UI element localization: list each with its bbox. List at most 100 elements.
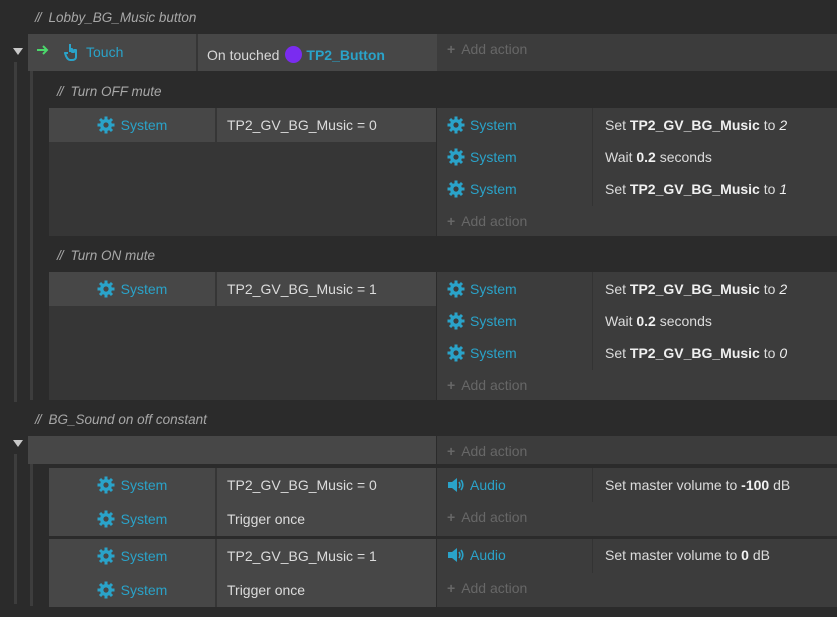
plus-icon: + [447, 509, 456, 525]
subevent-comment[interactable]: //Turn OFF mute [57, 84, 162, 99]
condition-text[interactable]: Trigger once [227, 502, 305, 536]
add-action-button[interactable]: + Add action [447, 436, 527, 466]
conditions-column: System TP2_GV_BG_Music = 0 System Trigge… [49, 468, 436, 536]
trigger-actions-cell: + Add action [437, 34, 837, 71]
conditions-column: System TP2_GV_BG_Music = 0 [49, 108, 436, 236]
event-indent-bar [14, 454, 17, 604]
cell-divider [215, 272, 217, 306]
gear-icon [447, 312, 465, 330]
actions-column: System Set TP2_GV_BG_Music to 2 System W… [437, 108, 837, 236]
comment-slashes-icon: // [57, 84, 63, 99]
action-text[interactable]: Wait 0.2 seconds [605, 141, 712, 173]
trigger-object-name: Touch [86, 44, 124, 60]
actions-column: System Set TP2_GV_BG_Music to 2 System W… [437, 272, 837, 400]
gear-icon [447, 344, 465, 362]
trigger-condition: On touched TP2_Button [207, 34, 385, 76]
condition-text[interactable]: Trigger once [227, 573, 305, 607]
cell-divider [215, 539, 217, 607]
condition-object-cell[interactable]: System [49, 108, 215, 142]
cell-divider [592, 539, 593, 573]
plus-icon: + [447, 41, 456, 57]
event-conditions-cell[interactable] [28, 436, 436, 464]
plus-icon: + [447, 580, 456, 596]
gear-icon [447, 148, 465, 166]
action-text[interactable]: Set TP2_GV_BG_Music to 1 [605, 173, 787, 205]
add-action-button[interactable]: + Add action [447, 502, 527, 532]
event-row[interactable]: Touch On touched TP2_Button + Add action [28, 34, 837, 71]
conditions-column: System TP2_GV_BG_Music = 1 System Trigge… [49, 539, 436, 607]
comment-slashes-icon: // [35, 10, 41, 25]
subevent-block[interactable]: System TP2_GV_BG_Music = 0 System Set TP… [49, 108, 837, 236]
condition-object-cell[interactable]: System [49, 539, 215, 573]
condition-row[interactable]: System [49, 468, 215, 502]
add-action-button[interactable]: + Add action [447, 573, 527, 603]
plus-icon: + [447, 377, 456, 393]
conditions-column: System TP2_GV_BG_Music = 1 [49, 272, 436, 400]
speaker-icon [447, 547, 465, 563]
gear-icon [97, 510, 115, 528]
action-text[interactable]: Set TP2_GV_BG_Music to 2 [605, 109, 787, 141]
group-comment[interactable]: //BG_Sound on off constant [35, 412, 207, 427]
trigger-condition-cell[interactable]: On touched TP2_Button [196, 34, 438, 71]
actions-column: Audio Set master volume to -100 dB + Add … [437, 468, 837, 536]
condition-text[interactable]: TP2_GV_BG_Music = 1 [227, 539, 377, 573]
add-action-button[interactable]: + Add action [447, 34, 527, 64]
condition-object-cell[interactable]: System [49, 272, 215, 306]
subevent-comment[interactable]: //Turn ON mute [57, 248, 155, 263]
plus-icon: + [447, 443, 456, 459]
trigger-arrow-icon [36, 43, 50, 57]
add-action-button[interactable]: + Add action [447, 370, 527, 400]
gear-icon [447, 180, 465, 198]
condition-text: TP2_GV_BG_Music = 1 [227, 281, 377, 297]
plus-icon: + [447, 213, 456, 229]
group-comment[interactable]: //Lobby_BG_Music button [35, 10, 196, 25]
action-object-cell[interactable]: System [447, 141, 517, 173]
event-row[interactable]: + Add action [28, 436, 837, 464]
action-object-cell[interactable]: System [447, 305, 517, 337]
condition-object-cell[interactable]: System [49, 502, 215, 536]
cell-divider [592, 468, 593, 502]
gear-icon [97, 116, 115, 134]
action-object-cell[interactable]: System [447, 173, 517, 205]
cell-divider [592, 108, 593, 206]
action-object-cell[interactable]: System [447, 109, 517, 141]
action-text[interactable]: Set master volume to 0 dB [605, 539, 770, 571]
comment-slashes-icon: // [57, 248, 63, 263]
action-text[interactable]: Wait 0.2 seconds [605, 305, 712, 337]
action-object-cell[interactable]: System [447, 337, 517, 369]
condition-row[interactable]: System [49, 573, 215, 607]
cell-divider [215, 468, 217, 536]
collapse-toggle-icon[interactable] [13, 48, 23, 55]
gear-icon [97, 280, 115, 298]
condition-row[interactable]: System TP2_GV_BG_Music = 0 [49, 108, 436, 142]
cell-divider [215, 108, 217, 142]
action-text[interactable]: Set master volume to -100 dB [605, 469, 790, 501]
condition-text[interactable]: TP2_GV_BG_Music = 0 [227, 468, 377, 502]
subevent-block[interactable]: System TP2_GV_BG_Music = 1 System Set TP… [49, 272, 837, 400]
condition-row[interactable]: System [49, 539, 215, 573]
collapse-toggle-icon[interactable] [13, 440, 23, 447]
condition-object-name: System [120, 117, 168, 133]
subevent-block[interactable]: System TP2_GV_BG_Music = 1 System Trigge… [49, 539, 837, 607]
trigger-condition-object: TP2_Button [306, 47, 385, 63]
action-object-cell[interactable]: Audio [447, 539, 506, 571]
condition-row[interactable]: System TP2_GV_BG_Music = 1 [49, 272, 436, 306]
action-object-cell[interactable]: System [447, 273, 517, 305]
subevent-indent-bar [30, 70, 33, 400]
subevent-block[interactable]: System TP2_GV_BG_Music = 0 System Trigge… [49, 468, 837, 536]
action-text[interactable]: Set TP2_GV_BG_Music to 0 [605, 337, 787, 369]
condition-object-cell[interactable]: System [49, 468, 215, 502]
condition-row[interactable]: System [49, 502, 215, 536]
action-object-cell[interactable]: Audio [447, 469, 506, 501]
trigger-object-cell[interactable]: Touch [28, 34, 196, 71]
cell-divider [592, 272, 593, 370]
action-text[interactable]: Set TP2_GV_BG_Music to 2 [605, 273, 787, 305]
add-action-button[interactable]: + Add action [447, 206, 527, 236]
condition-text: TP2_GV_BG_Music = 0 [227, 117, 377, 133]
event-actions-cell: + Add action [437, 436, 837, 464]
gear-icon [447, 116, 465, 134]
touch-icon [64, 42, 80, 62]
condition-object-cell[interactable]: System [49, 573, 215, 607]
button-object-icon [285, 45, 303, 63]
speaker-icon [447, 477, 465, 493]
